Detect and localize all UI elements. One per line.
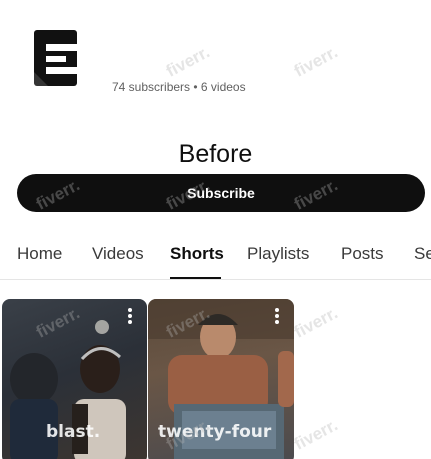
tab-shorts[interactable]: Shorts <box>170 244 224 264</box>
tab-search[interactable]: Se <box>414 244 431 264</box>
tab-home[interactable]: Home <box>17 244 62 264</box>
channel-stats: 74 subscribers • 6 videos <box>112 80 246 94</box>
watermark: fiverr. <box>291 415 341 454</box>
avatar-logo-bar <box>46 44 77 51</box>
short-caption: twenty-four <box>158 422 272 442</box>
avatar-logo-bar <box>46 67 77 74</box>
tab-videos[interactable]: Videos <box>92 244 144 264</box>
short-caption: blast. <box>46 422 101 442</box>
avatar-logo-bar <box>46 56 66 62</box>
watermark: fiverr. <box>291 303 341 342</box>
channel-tabs: Home Videos Shorts Playlists Posts Se <box>0 232 431 280</box>
watermark: fiverr. <box>291 42 341 81</box>
tab-playlists[interactable]: Playlists <box>247 244 309 264</box>
active-tab-indicator <box>170 277 221 279</box>
watermark: fiverr. <box>163 42 213 81</box>
channel-avatar[interactable] <box>34 30 77 86</box>
channel-title: Before <box>178 140 253 168</box>
subscribe-button[interactable]: Subscribe <box>17 174 425 212</box>
tab-posts[interactable]: Posts <box>341 244 384 264</box>
short-thumbnail[interactable]: twenty-four <box>148 299 294 459</box>
more-options-icon[interactable] <box>274 308 280 326</box>
short-thumbnail[interactable]: blast. <box>2 299 147 459</box>
avatar-logo-accent <box>34 72 48 86</box>
more-options-icon[interactable] <box>127 308 133 326</box>
